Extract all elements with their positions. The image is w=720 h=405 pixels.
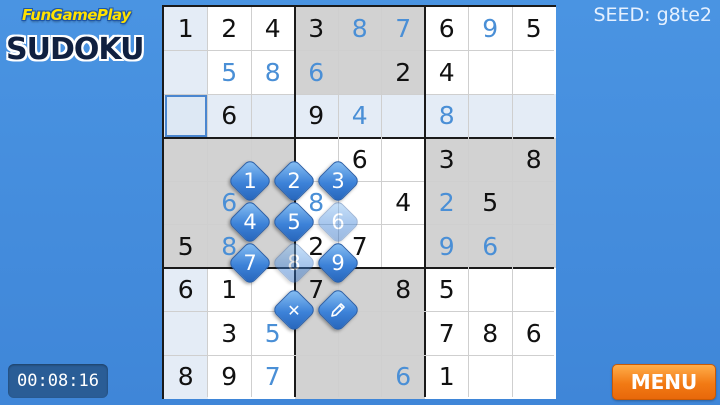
board-cell[interactable]: 5: [164, 224, 208, 268]
board-cell[interactable]: [512, 224, 556, 268]
board-cell[interactable]: 9: [207, 355, 251, 399]
timer-display: 00:08:16: [8, 364, 108, 398]
grid-line: [164, 93, 554, 95]
grid-line: [207, 7, 208, 397]
board-cell[interactable]: 7: [425, 311, 469, 355]
board-cell[interactable]: [512, 181, 556, 225]
grid-line: [164, 180, 554, 182]
board-cell[interactable]: 6: [381, 355, 425, 399]
board-cell[interactable]: 8: [425, 94, 469, 138]
grid-line: [381, 7, 382, 397]
board-cell[interactable]: 7: [381, 7, 425, 51]
board-cell[interactable]: [468, 355, 512, 399]
board-cell[interactable]: [294, 355, 338, 399]
board-cell[interactable]: 6: [468, 224, 512, 268]
grid-line: [164, 354, 554, 356]
board-cell[interactable]: [164, 94, 208, 138]
board-cell[interactable]: [468, 137, 512, 181]
board-cell[interactable]: 9: [468, 7, 512, 51]
board-cell[interactable]: 8: [468, 311, 512, 355]
board-cell[interactable]: 6: [512, 311, 556, 355]
board-cell[interactable]: [468, 50, 512, 94]
board-cell[interactable]: 8: [512, 137, 556, 181]
board-cell[interactable]: 1: [425, 355, 469, 399]
board-cell[interactable]: [512, 94, 556, 138]
pencil-icon: [323, 295, 353, 325]
board-cell[interactable]: 6: [294, 50, 338, 94]
board-cell[interactable]: [164, 181, 208, 225]
menu-button[interactable]: MENU: [612, 364, 716, 400]
board-cell[interactable]: 6: [164, 268, 208, 312]
board-cell[interactable]: 6: [425, 7, 469, 51]
board-cell[interactable]: 3: [294, 7, 338, 51]
board-cell[interactable]: [251, 94, 295, 138]
logo-title: SUDOKU: [6, 32, 144, 67]
board-cell[interactable]: [381, 224, 425, 268]
board-cell[interactable]: 4: [381, 181, 425, 225]
picker-number-label: 7: [243, 251, 257, 275]
board-cell[interactable]: 6: [207, 94, 251, 138]
board-cell[interactable]: [164, 50, 208, 94]
board-cell[interactable]: 9: [425, 224, 469, 268]
board-cell[interactable]: [512, 268, 556, 312]
sudoku-board: 1243876955862469486386842558279661785357…: [162, 5, 556, 399]
grid-line: [511, 7, 513, 397]
board-cell[interactable]: 4: [338, 94, 382, 138]
picker-number-label: 3: [331, 169, 345, 193]
picker-number-label: 9: [331, 251, 345, 275]
board-cell[interactable]: 5: [512, 7, 556, 51]
grid-line: [164, 50, 554, 51]
board-cell[interactable]: 8: [251, 50, 295, 94]
seed-label: SEED: g8te2: [593, 4, 712, 26]
grid-line: [424, 7, 426, 397]
board-cell[interactable]: [512, 355, 556, 399]
board-cell[interactable]: [468, 94, 512, 138]
board-cell[interactable]: [512, 50, 556, 94]
board-cell[interactable]: 8: [164, 355, 208, 399]
board-cell[interactable]: 8: [338, 7, 382, 51]
board-cell[interactable]: 4: [425, 50, 469, 94]
game-logo: FunGamePlay SUDOKU: [6, 6, 156, 72]
board-cell[interactable]: 8: [381, 268, 425, 312]
board-cell[interactable]: 4: [251, 7, 295, 51]
grid-line: [164, 224, 554, 225]
picker-number-label: 6: [331, 210, 345, 234]
board-cell[interactable]: 5: [425, 268, 469, 312]
grid-line: [164, 136, 554, 139]
picker-number-label: 5: [287, 210, 301, 234]
board-cell[interactable]: 2: [207, 7, 251, 51]
board-cell[interactable]: [338, 50, 382, 94]
board-cell[interactable]: 2: [425, 181, 469, 225]
picker-number-label: 4: [243, 210, 257, 234]
board-cell[interactable]: [381, 137, 425, 181]
board-cell[interactable]: 9: [294, 94, 338, 138]
board-cell[interactable]: [468, 268, 512, 312]
board-cell[interactable]: [164, 311, 208, 355]
board-cell[interactable]: 3: [207, 311, 251, 355]
board-cell[interactable]: 5: [207, 50, 251, 94]
board-cell[interactable]: 5: [468, 181, 512, 225]
picker-number-label: 2: [287, 169, 301, 193]
board-cell[interactable]: 7: [251, 355, 295, 399]
grid-line: [468, 7, 469, 397]
close-icon: ✕: [287, 300, 301, 320]
grid-line: [164, 311, 554, 312]
board-cell[interactable]: [381, 94, 425, 138]
logo-brand: FunGamePlay: [22, 6, 131, 24]
grid-line: [164, 267, 554, 269]
board-cell[interactable]: [381, 311, 425, 355]
board-cell[interactable]: 2: [381, 50, 425, 94]
picker-number-label: 8: [287, 251, 301, 275]
board-cell[interactable]: [164, 137, 208, 181]
picker-number-label: 1: [243, 169, 257, 193]
board-cell[interactable]: 3: [425, 137, 469, 181]
board-cell[interactable]: 1: [164, 7, 208, 51]
board-cell[interactable]: [338, 355, 382, 399]
